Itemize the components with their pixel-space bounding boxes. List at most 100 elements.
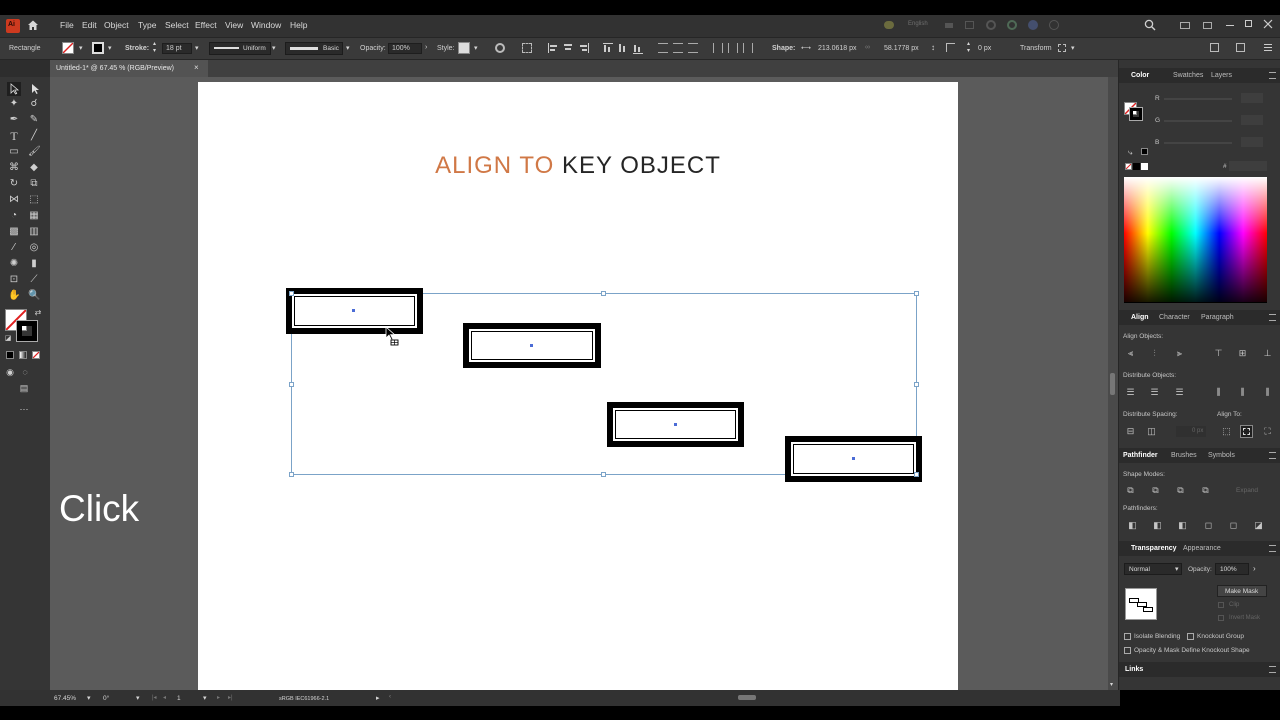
align-to-artboard-icon[interactable]: ⛶ [1262,427,1273,436]
profile-dropdown-icon[interactable]: ▾ [272,44,276,52]
vertical-scrollbar[interactable]: ▾ [1108,77,1118,690]
eraser-tool-icon[interactable]: ◆ [28,162,40,174]
tab-swatches[interactable]: Swatches [1173,72,1203,79]
clip-checkbox[interactable] [1218,602,1224,608]
color-stroke-proxy[interactable] [1129,107,1143,121]
fill-dropdown-icon[interactable]: ▾ [79,44,83,52]
align-panel-menu-icon[interactable] [1269,314,1276,321]
stroke-stepper-icon[interactable]: ▴ ▾ [153,41,156,55]
brush-definition[interactable]: Basic [285,42,343,55]
eyedropper-tool-icon[interactable]: ⁄ [8,242,20,254]
workspace-switcher-icon[interactable] [1180,22,1190,29]
draw-mode-icon[interactable]: ◉ [4,366,16,378]
align-objects-hcenter-icon[interactable]: ⫶ [1149,349,1160,358]
stroke-swatch[interactable] [92,42,104,54]
channel-r-slider[interactable] [1164,98,1232,100]
tab-transparency[interactable]: Transparency [1131,545,1177,552]
artboard-number[interactable]: 1 [177,695,181,702]
bbox-handle-middle-right[interactable] [914,382,919,387]
window-close-button[interactable] [1263,19,1273,29]
white-color-swatch[interactable] [1141,163,1148,170]
mesh-tool-icon[interactable]: ▩ [8,226,20,238]
brush-dropdown-icon[interactable]: ▾ [346,44,350,52]
shape-builder-tool-icon[interactable]: ◔ [8,210,20,222]
rectangle-tool-icon[interactable]: ▭ [8,146,20,158]
scale-tool-icon[interactable]: ⧉ [28,178,40,190]
menu-file[interactable]: File [60,20,74,30]
links-panel-menu-icon[interactable] [1269,666,1276,673]
artboard-dropdown-icon[interactable]: ▾ [203,694,207,702]
align-to-selection-icon[interactable]: ⬚ [1221,427,1232,436]
menu-effect[interactable]: Effect [195,20,217,30]
zoom-level[interactable]: 67.45% [54,695,76,702]
exclude-icon[interactable]: ⧉ [1200,486,1211,495]
tab-paragraph[interactable]: Paragraph [1201,314,1234,321]
opacity-arrow-icon[interactable]: › [425,44,427,51]
none-mode-button[interactable] [32,351,40,359]
stroke-color-box[interactable] [16,320,38,342]
last-artboard-icon[interactable]: ▸| [228,694,233,701]
graphic-style-swatch[interactable] [458,42,470,54]
rotation-value[interactable]: 0° [103,695,109,702]
menu-edit[interactable]: Edit [82,20,97,30]
stroke-label[interactable]: Stroke: [125,45,149,52]
distribute-objects-vcenter-icon[interactable]: ☰ [1149,388,1160,397]
slice-tool-icon[interactable]: ⟋ [28,274,40,286]
distribute-vcenter-icon[interactable] [673,43,683,53]
channel-b-field[interactable] [1241,137,1263,147]
align-options-icon[interactable] [522,43,532,53]
crop-icon[interactable]: ◻ [1203,521,1214,530]
fill-swatch[interactable] [62,42,74,54]
magic-wand-tool-icon[interactable]: ✦ [8,98,20,110]
last-color-swatch[interactable] [1141,148,1148,155]
type-tool-icon[interactable]: T [8,130,20,142]
stroke-dropdown-icon[interactable]: ▾ [108,44,112,52]
transform-dropdown-icon[interactable]: ▾ [1071,44,1075,52]
distribute-objects-left-icon[interactable]: ⫼ [1213,388,1224,397]
pen-tool-icon[interactable]: ✒ [8,114,20,126]
close-tab-icon[interactable]: × [194,63,199,72]
channel-r-field[interactable] [1241,93,1263,103]
scroll-down-arrow-icon[interactable]: ▾ [1110,681,1113,688]
tab-align[interactable]: Align [1131,314,1149,321]
document-tab[interactable]: Untitled-1* @ 67.45 % (RGB/Preview) × [50,60,208,77]
opacity-mask-knockout-checkbox[interactable] [1124,647,1131,654]
line-tool-icon[interactable]: ╱ [28,130,40,142]
isolate-blending-checkbox[interactable] [1124,633,1131,640]
recolor-artwork-icon[interactable] [495,43,505,53]
color-panel-menu-icon[interactable] [1269,72,1276,79]
tab-symbols[interactable]: Symbols [1208,452,1235,459]
tab-character[interactable]: Character [1159,314,1190,321]
none-color-swatch[interactable] [1125,163,1132,170]
spacing-value-field[interactable]: 0 px [1176,426,1206,437]
channel-b-slider[interactable] [1164,142,1232,144]
info-icon[interactable] [1049,20,1059,30]
artboard-tool-icon[interactable]: ⊡ [8,274,20,286]
divide-icon[interactable]: ◧ [1127,521,1138,530]
transform-options-icon[interactable] [1058,44,1066,52]
black-color-swatch[interactable] [1133,163,1140,170]
distribute-objects-bottom-icon[interactable]: ☰ [1174,388,1185,397]
minus-back-icon[interactable]: ◪ [1253,521,1264,530]
next-artboard-icon[interactable]: ▸ [217,694,220,701]
rotate-tool-icon[interactable]: ↻ [8,178,20,190]
distribute-right-icon[interactable] [743,43,753,53]
first-artboard-icon[interactable]: |◂ [152,694,157,701]
align-vcenter-icon[interactable] [618,43,628,53]
shape-label[interactable]: Shape: [772,45,795,52]
bbox-handle-top-right[interactable] [914,291,919,296]
align-objects-top-icon[interactable]: ⊤ [1213,349,1224,358]
tab-links[interactable]: Links [1125,666,1143,673]
make-mask-button[interactable]: Make Mask [1217,585,1267,597]
rotation-dropdown-icon[interactable]: ▾ [136,694,140,702]
tab-color[interactable]: Color [1131,72,1149,79]
draw-inside-icon[interactable]: ◌ [19,366,31,378]
screen-mode-icon[interactable]: ▤ [18,382,30,394]
arrange-icon[interactable] [945,23,953,28]
variable-width-profile[interactable]: Uniform [209,42,271,55]
control-menu-icon[interactable] [1264,43,1272,53]
vertical-scroll-thumb[interactable] [1110,373,1115,395]
column-graph-tool-icon[interactable]: ▮ [28,258,40,270]
distribute-hcenter-icon[interactable] [728,43,738,53]
swap-colors-icon[interactable]: ⇄ [32,307,44,319]
